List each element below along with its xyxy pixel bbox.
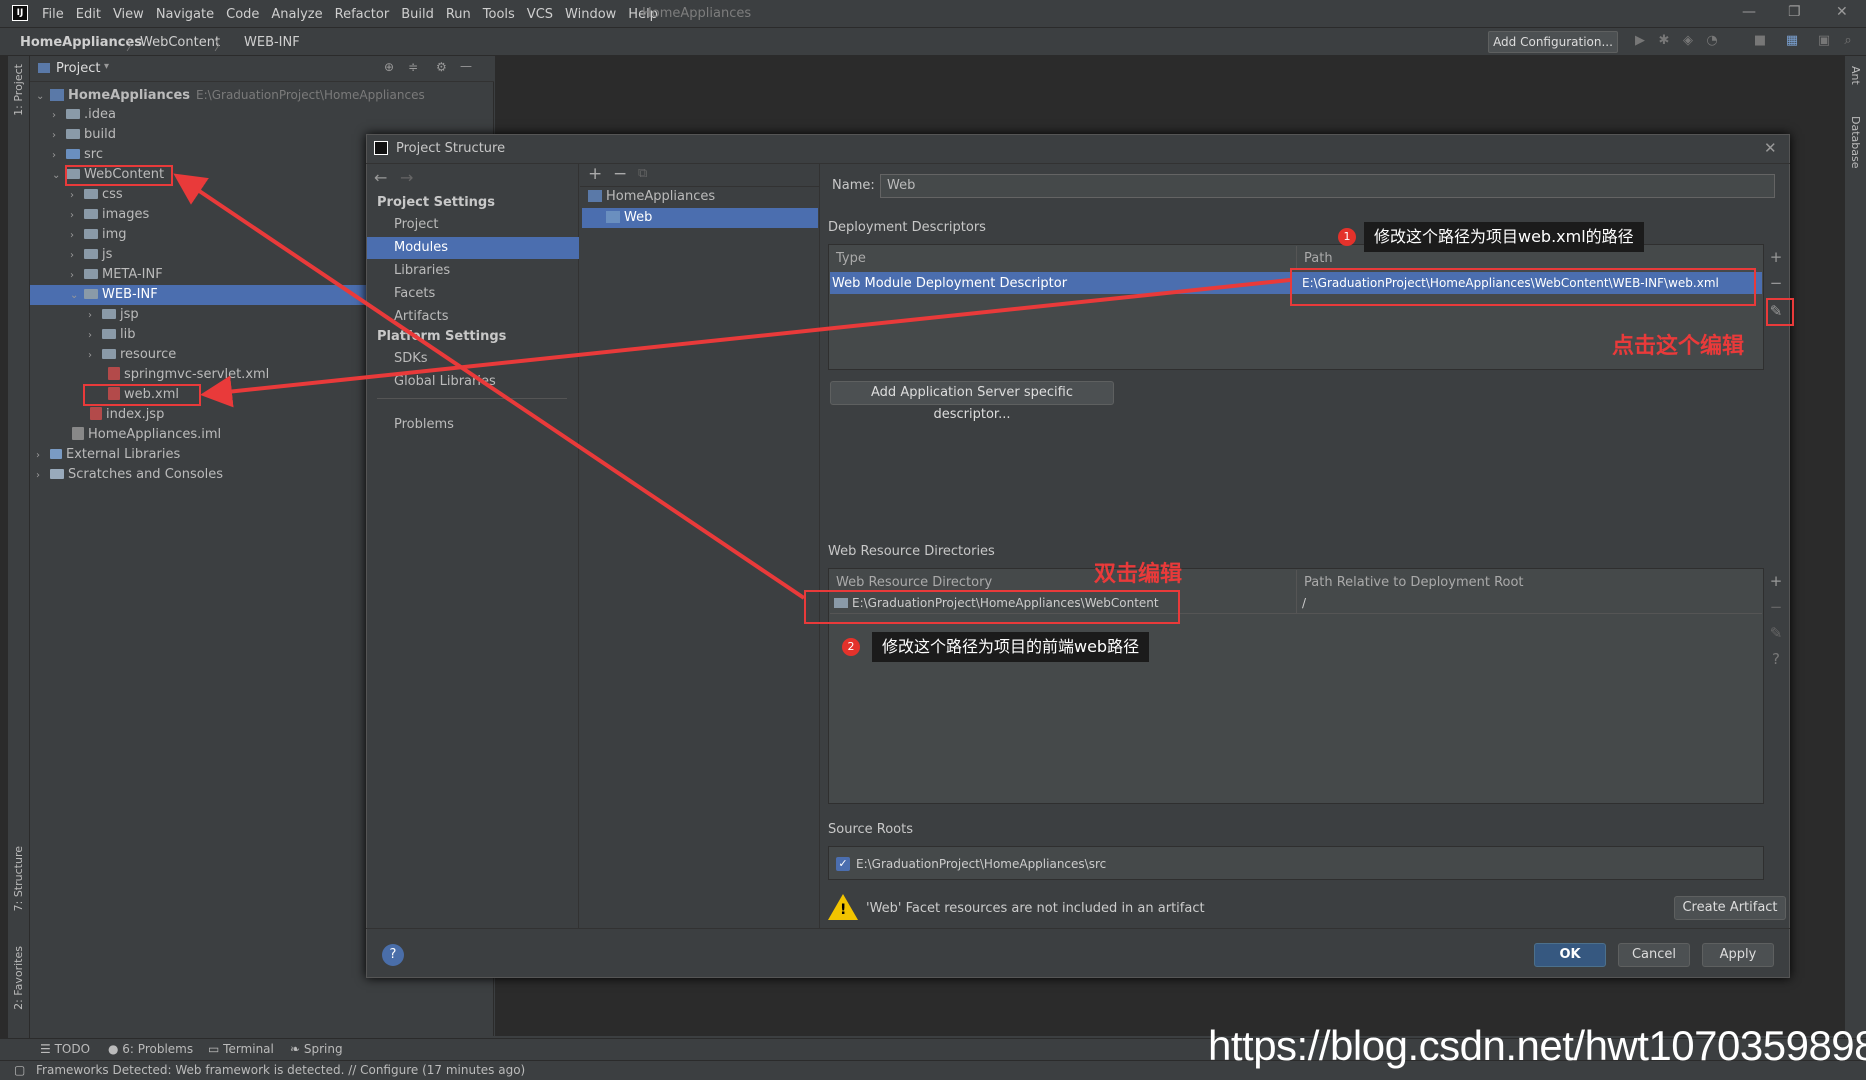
click-edit-label: 点击这个编辑 <box>1612 334 1745 359</box>
status-message[interactable]: Frameworks Detected: Web framework is de… <box>36 1063 525 1077</box>
note-1-badge: 1 <box>1338 228 1356 246</box>
spring-tab[interactable]: ❧ Spring <box>290 1042 343 1056</box>
problems-tab[interactable]: ● 6: Problems <box>108 1042 193 1056</box>
terminal-tab[interactable]: ▭ Terminal <box>208 1042 274 1056</box>
double-click-label: 双击编辑 <box>1094 562 1183 587</box>
watermark: https://blog.csdn.net/hwt1070359898 <box>1208 1022 1866 1069</box>
status-icon: ▢ <box>14 1063 26 1077</box>
arrow-to-web-xml <box>200 278 1291 408</box>
todo-tab[interactable]: ☰ TODO <box>40 1042 90 1056</box>
annotation-arrows <box>173 173 1291 600</box>
note-1: 修改这个路径为项目web.xml的路径 <box>1364 222 1644 252</box>
note-2: 修改这个路径为项目的前端web路径 <box>872 632 1150 662</box>
note-2-badge: 2 <box>842 638 860 656</box>
